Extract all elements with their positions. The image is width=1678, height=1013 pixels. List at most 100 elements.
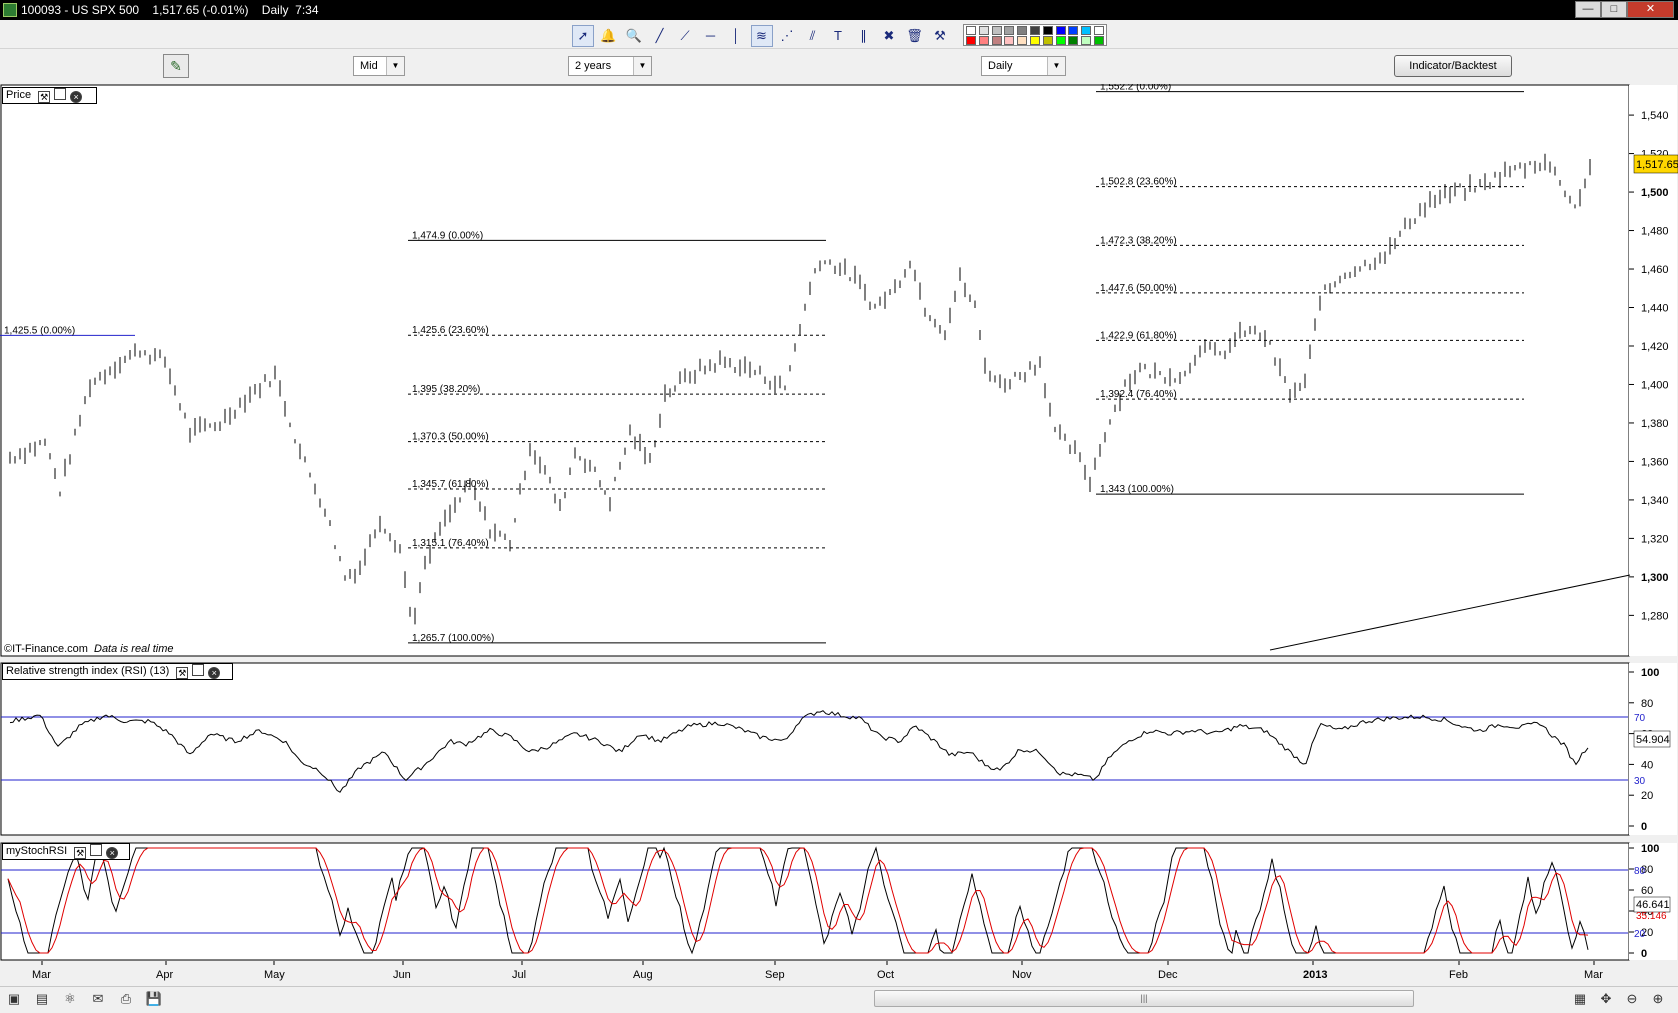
price-panel[interactable]	[0, 84, 1630, 657]
alert-bell-icon[interactable]: 🔔	[598, 25, 620, 47]
color-swatch[interactable]	[978, 26, 989, 35]
window-icon[interactable]	[54, 88, 67, 100]
mail-icon[interactable]: ✉	[88, 990, 108, 1008]
chevron-down-icon[interactable]: ▼	[386, 57, 404, 75]
time-axis-label: Oct	[877, 969, 894, 981]
color-swatch[interactable]	[1068, 26, 1079, 35]
trash-icon[interactable]: 🗑	[904, 25, 926, 47]
wrench-icon[interactable]: ⚒	[176, 667, 189, 679]
wrench-icon[interactable]: ⚒	[38, 91, 51, 103]
tools-icon[interactable]: ⚒	[929, 25, 951, 47]
color-swatch[interactable]	[1030, 36, 1040, 45]
range-value: 2 years	[575, 60, 612, 72]
color-swatch[interactable]	[966, 36, 976, 45]
color-palette[interactable]	[963, 24, 1107, 46]
chart-tool-icon[interactable]: ✎	[163, 54, 189, 78]
close-button[interactable]: ✕	[1627, 1, 1674, 18]
color-swatch[interactable]	[991, 26, 1002, 35]
color-swatch[interactable]	[1068, 36, 1079, 45]
time-axis-label: 2013	[1303, 969, 1327, 981]
save-icon[interactable]: 💾	[144, 990, 164, 1008]
stoch-level-80-label: 80	[1634, 866, 1646, 877]
range-select[interactable]: 2 years ▼	[568, 56, 652, 76]
grid-icon[interactable]: ▦	[1570, 990, 1590, 1008]
chevron-down-icon[interactable]: ▼	[633, 57, 651, 75]
last-price-value: 1,517.65	[1636, 159, 1678, 171]
color-swatch[interactable]	[1017, 36, 1028, 45]
price-type-select[interactable]: Mid ▼	[353, 56, 405, 76]
price-axis-label: 1,400	[1641, 379, 1669, 391]
indicator-backtest-button[interactable]: Indicator/Backtest	[1394, 55, 1512, 77]
fibonacci-icon[interactable]: ≋	[750, 25, 773, 47]
restore-button[interactable]: □	[1601, 1, 1627, 18]
ray-icon[interactable]: ⟋	[674, 25, 696, 47]
color-swatch[interactable]	[1081, 26, 1092, 35]
stoch-axis-label: 60	[1641, 885, 1653, 897]
horizontal-line-icon[interactable]: ─	[700, 25, 722, 47]
rsi-axis-label: 0	[1641, 821, 1647, 833]
move-icon[interactable]: ✥	[1596, 990, 1616, 1008]
rsi-axis-label: 40	[1641, 759, 1653, 771]
color-swatch[interactable]	[1094, 26, 1104, 35]
minimize-button[interactable]: —	[1575, 1, 1601, 18]
status-bar	[0, 986, 1678, 1013]
time-axis-label: Mar	[32, 969, 51, 981]
time-axis-label: Mar	[1584, 969, 1603, 981]
close-icon[interactable]: ×	[106, 847, 119, 859]
close-icon[interactable]: ×	[70, 91, 83, 103]
rsi-axis	[1629, 663, 1677, 835]
wrench-icon[interactable]: ⚒	[74, 847, 87, 859]
interval-select[interactable]: Daily ▼	[981, 56, 1066, 76]
color-swatch[interactable]	[1055, 36, 1066, 45]
delete-object-icon[interactable]: ✖	[878, 25, 900, 47]
color-swatch[interactable]	[1094, 36, 1104, 45]
fib-level-label: 1,552.2 (0.00%)	[1100, 84, 1171, 93]
time-axis-label: Jun	[393, 969, 411, 981]
window-icon[interactable]	[192, 664, 205, 676]
color-swatch[interactable]	[991, 36, 1002, 45]
price-axis-label: 1,500	[1641, 187, 1669, 199]
fan-icon[interactable]: ⋰	[776, 25, 798, 47]
print-icon[interactable]: ⎙	[116, 990, 136, 1008]
rsi-panel-title: Relative strength index (RSI) (13)	[6, 665, 170, 677]
price-axis-label: 1,420	[1641, 341, 1669, 353]
color-swatch[interactable]	[1004, 36, 1015, 45]
select-arrow-icon[interactable]: ➚	[572, 25, 594, 47]
color-swatch[interactable]	[1017, 26, 1028, 35]
price-axis-label: 1,300	[1641, 572, 1669, 584]
color-swatch[interactable]	[1004, 26, 1015, 35]
window-icon[interactable]	[90, 844, 103, 856]
fib-level-label: 1,345.7 (61.80%)	[412, 479, 489, 490]
trendline-icon[interactable]: ╱	[649, 25, 671, 47]
chart-area[interactable]: 1,5401,5201,5001,4801,4601,4401,4201,400…	[0, 84, 1678, 986]
fib-level-label: 1,315.1 (76.40%)	[412, 538, 489, 549]
chevron-down-icon[interactable]: ▼	[1047, 57, 1065, 75]
rsi-axis-label: 80	[1641, 698, 1653, 710]
window-title: 100093 - US SPX 500 1,517.65 (-0.01%) Da…	[21, 3, 319, 17]
network-icon[interactable]: ⚛	[60, 990, 80, 1008]
close-icon[interactable]: ×	[208, 667, 221, 679]
zoom-icon[interactable]: 🔍	[623, 25, 645, 47]
zoom-in-icon[interactable]: ⊕	[1648, 990, 1668, 1008]
vertical-line-icon[interactable]: │	[725, 25, 747, 47]
price-axis-label: 1,280	[1641, 610, 1669, 622]
color-swatch[interactable]	[978, 36, 989, 45]
app-icon	[3, 3, 17, 17]
time-axis-label: Sep	[765, 969, 785, 981]
channel-icon[interactable]: ⫽	[802, 25, 824, 47]
text-icon[interactable]: T	[827, 25, 849, 47]
color-swatch[interactable]	[966, 26, 976, 35]
fib-level-label: 1,392.4 (76.40%)	[1100, 389, 1177, 400]
color-swatch[interactable]	[1030, 26, 1040, 35]
color-swatch[interactable]	[1081, 36, 1092, 45]
color-swatch[interactable]	[1055, 26, 1066, 35]
zoom-out-icon[interactable]: ⊖	[1622, 990, 1642, 1008]
rsi-panel[interactable]	[0, 662, 1630, 836]
parallel-icon[interactable]: ∥	[853, 25, 875, 47]
horizontal-scrollbar[interactable]: |||	[874, 990, 1414, 1007]
fib-level-label: 1,425.5 (0.00%)	[4, 325, 75, 336]
color-swatch[interactable]	[1042, 26, 1053, 35]
color-swatch[interactable]	[1042, 36, 1053, 45]
chart-icon[interactable]: ▤	[32, 990, 52, 1008]
desktop-icon[interactable]: ▣	[4, 990, 24, 1008]
